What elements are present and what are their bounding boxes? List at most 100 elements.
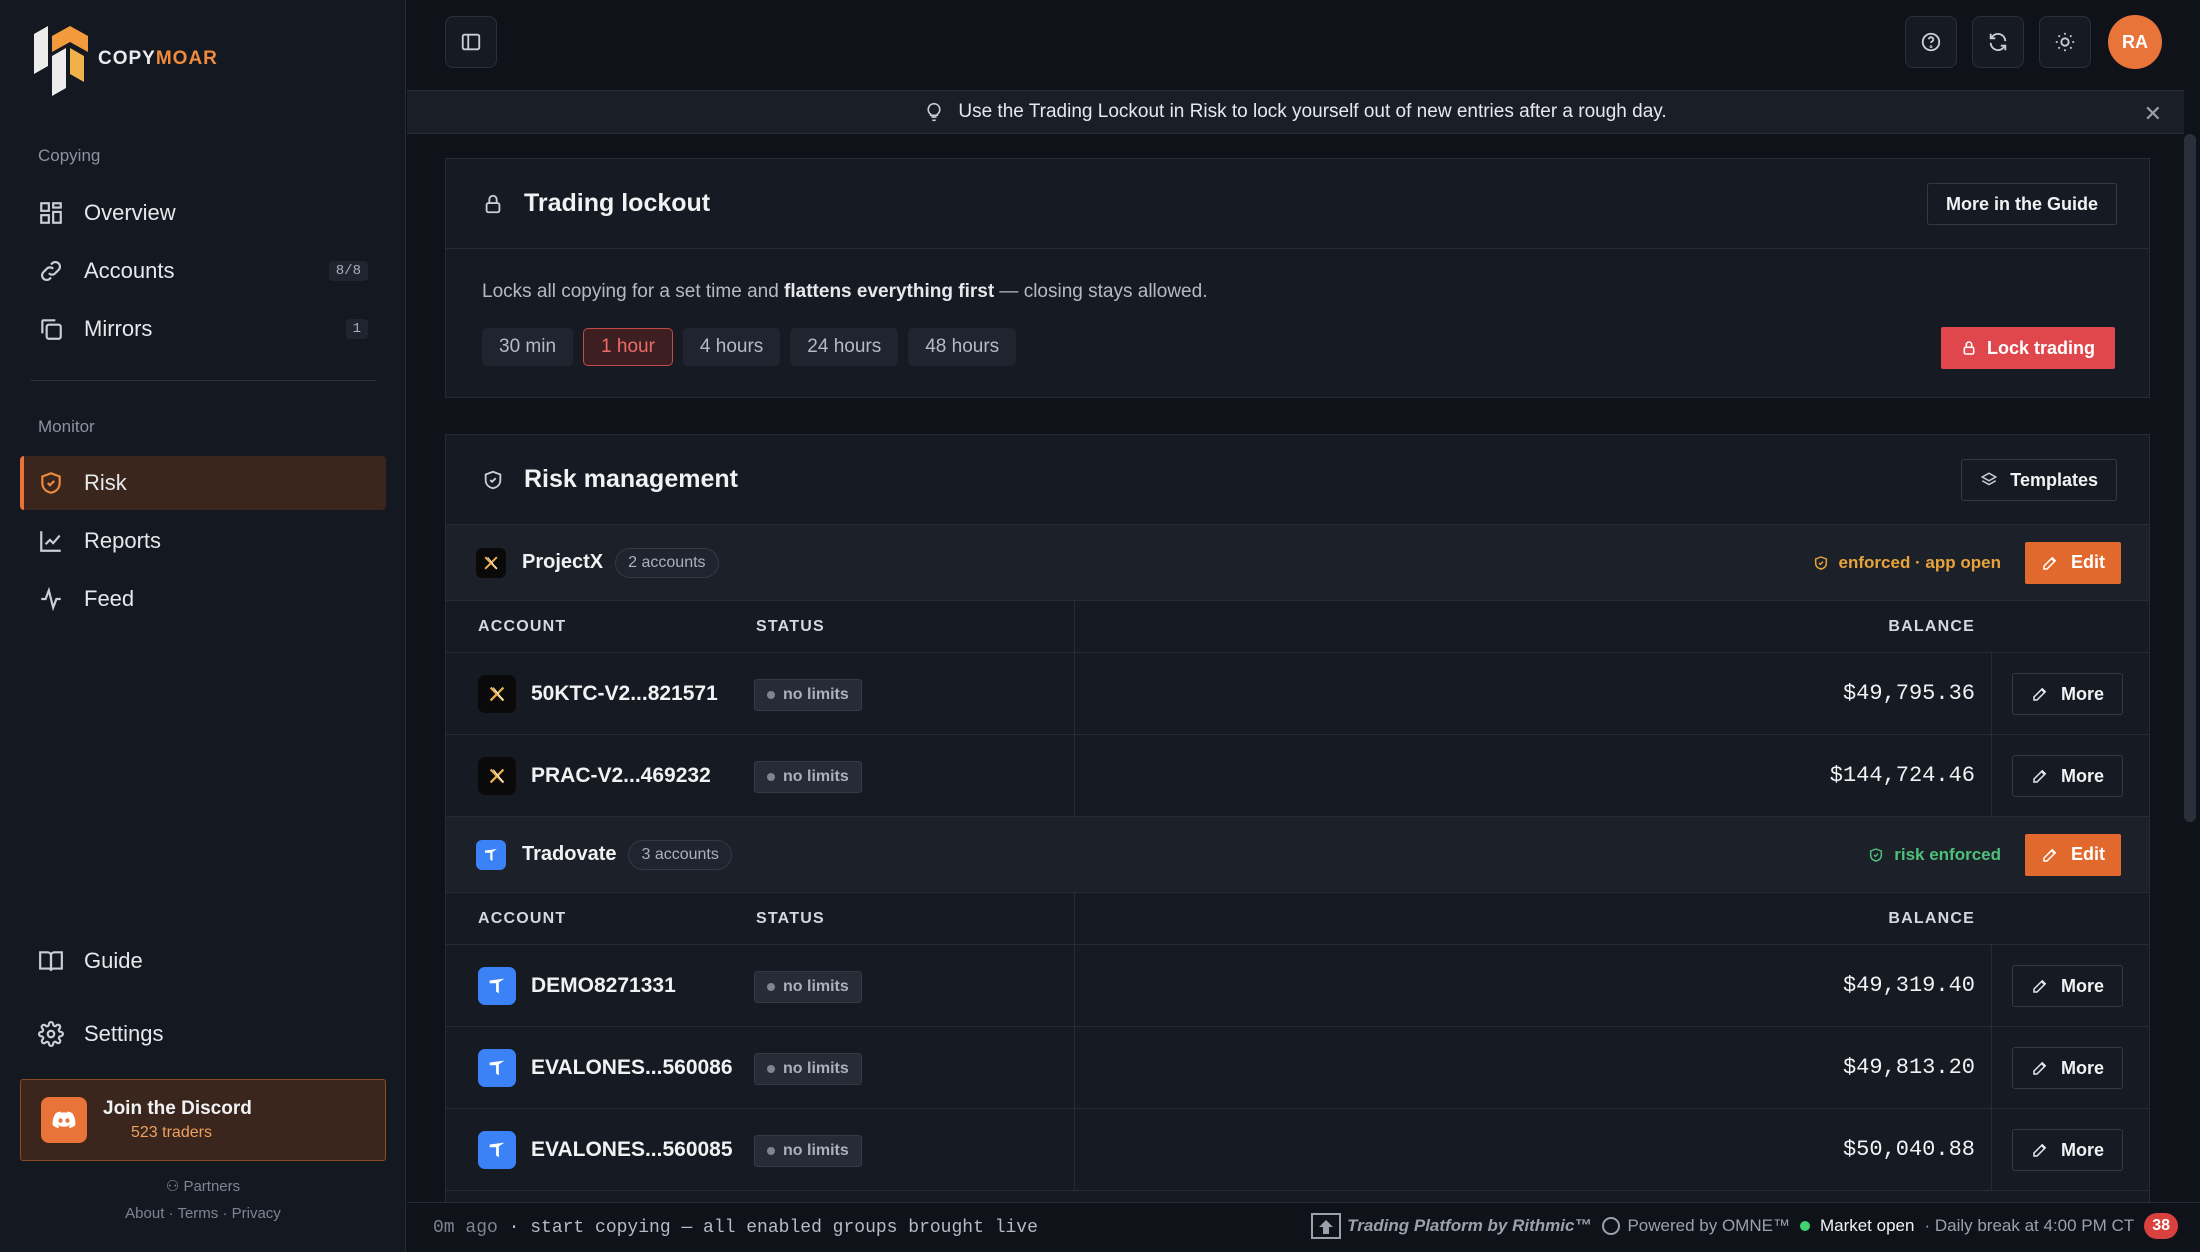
shield-icon — [1814, 555, 1827, 570]
account-name: PRAC-V2...469232 — [531, 764, 711, 787]
more-button[interactable]: More — [2011, 965, 2123, 1007]
sun-icon — [2055, 32, 2075, 52]
table-row[interactable]: EVALONES...560085 no limits $50,040.88 M… — [446, 1109, 2149, 1191]
lockout-title: Trading lockout — [524, 189, 711, 217]
help-button[interactable] — [1905, 16, 1957, 68]
sidebar-item-label: Accounts — [84, 258, 175, 283]
risk-header: Risk management Templates — [446, 435, 2149, 525]
discord-icon — [41, 1097, 87, 1143]
column-divider — [1991, 735, 1992, 816]
scrollbar[interactable] — [2184, 134, 2196, 822]
account-balance: $49,795.36 — [1842, 681, 1975, 706]
sidebar-item-label: Reports — [84, 528, 162, 553]
more-in-guide-button[interactable]: More in the Guide — [1926, 183, 2117, 225]
logo-text: COPYMOAR — [98, 48, 218, 69]
lock-trading-label: Lock trading — [1986, 337, 2095, 358]
duration-options: 30 min 1 hour 4 hours 24 hours 48 hours — [482, 328, 1017, 366]
account-name: 50KTC-V2...821571 — [531, 682, 718, 705]
daily-break-info: · Daily break at 4:00 PM CT — [1924, 1216, 2135, 1235]
about-link[interactable]: About — [125, 1205, 164, 1222]
sidebar-item-guide[interactable]: Guide — [20, 934, 386, 988]
sidebar-item-reports[interactable]: Reports — [20, 514, 386, 568]
terms-link[interactable]: Terms — [177, 1205, 218, 1222]
grid-icon — [40, 202, 62, 224]
close-icon[interactable]: ✕ — [2144, 101, 2162, 127]
group-status: enforced · app open — [1813, 553, 2001, 573]
templates-button[interactable]: Templates — [1961, 459, 2117, 501]
partners-label: Partners — [183, 1178, 241, 1195]
sidebar-item-overview[interactable]: Overview — [20, 186, 386, 240]
rithmic-badge: Trading Platform by Rithmic™ — [1311, 1213, 1591, 1239]
column-divider — [1074, 735, 1075, 816]
refresh-icon — [1989, 33, 2007, 51]
more-button[interactable]: More — [2011, 673, 2123, 715]
logo[interactable]: COPYMOAR — [30, 22, 218, 96]
sidebar-item-label: Guide — [84, 948, 143, 973]
duration-1hour[interactable]: 1 hour — [583, 328, 673, 366]
group-status-label: enforced · app open — [1838, 552, 2001, 572]
privacy-link[interactable]: Privacy — [232, 1205, 281, 1222]
risk-title: Risk management — [524, 465, 738, 493]
avatar[interactable]: RA — [2108, 15, 2162, 69]
templates-label: Templates — [2010, 469, 2098, 490]
more-label: More — [2060, 975, 2104, 996]
duration-24hours[interactable]: 24 hours — [790, 328, 899, 366]
table-row[interactable]: DEMO8271331 no limits $49,319.40 More — [446, 945, 2149, 1027]
layers-icon — [1981, 472, 1998, 486]
status-badge: no limits — [754, 761, 862, 793]
group-name: Tradovate — [522, 843, 617, 865]
duration-4hours[interactable]: 4 hours — [682, 328, 781, 366]
group-account-count: 2 accounts — [615, 547, 719, 578]
duration-48hours[interactable]: 48 hours — [908, 328, 1017, 366]
account-balance: $50,040.88 — [1842, 1137, 1975, 1162]
discord-member-count: 523 traders — [131, 1124, 212, 1141]
tradovate-icon — [476, 839, 506, 870]
lock-icon — [1963, 341, 1975, 355]
lock-trading-button[interactable]: Lock trading — [1940, 327, 2115, 369]
notification-badge[interactable]: 38 — [2144, 1213, 2178, 1239]
status-badge: no limits — [754, 1135, 862, 1167]
refresh-button[interactable] — [1972, 16, 2024, 68]
column-divider — [1991, 1027, 1992, 1108]
more-button[interactable]: More — [2011, 1129, 2123, 1171]
pencil-icon — [2033, 979, 2047, 993]
duration-30min[interactable]: 30 min — [482, 328, 574, 366]
account-balance: $144,724.46 — [1829, 763, 1975, 788]
more-button[interactable]: More — [2011, 1047, 2123, 1089]
join-discord-card[interactable]: Join the Discord 523 traders — [20, 1079, 386, 1161]
book-icon — [39, 951, 63, 971]
column-divider — [1991, 945, 1992, 1026]
col-balance: BALANCE — [1888, 618, 1975, 635]
activity-icon — [41, 586, 61, 612]
more-label: More — [2060, 1057, 2104, 1078]
pencil-icon — [2043, 848, 2057, 862]
sidebar-item-label: Risk — [84, 470, 127, 495]
table-header: ACCOUNT STATUS BALANCE — [446, 601, 2149, 653]
sidebar-item-risk[interactable]: Risk — [20, 456, 386, 510]
partners-link[interactable]: ⚇ Partners — [0, 1177, 406, 1195]
lockout-description: Locks all copying for a set time and fla… — [482, 281, 1208, 302]
group-header-tradovate: Tradovate 3 accounts risk enforced Edit — [446, 817, 2149, 893]
edit-group-button[interactable]: Edit — [2025, 833, 2121, 876]
projectx-icon — [476, 547, 506, 578]
sidebar-item-mirrors[interactable]: Mirrors 1 — [20, 302, 386, 356]
edit-group-button[interactable]: Edit — [2025, 541, 2121, 584]
table-row[interactable]: 50KTC-V2...821571 no limits $49,795.36 M… — [446, 653, 2149, 735]
sidebar-item-accounts[interactable]: Accounts 8/8 — [20, 244, 386, 298]
sidebar-item-settings[interactable]: Settings — [20, 1007, 386, 1061]
more-button[interactable]: More — [2011, 755, 2123, 797]
omne-logo-icon — [1602, 1217, 1621, 1235]
sidebar-item-feed[interactable]: Feed — [20, 572, 386, 626]
theme-toggle-button[interactable] — [2039, 16, 2091, 68]
status-badge: no limits — [754, 679, 862, 711]
account-balance: $49,319.40 — [1842, 973, 1975, 998]
mirrors-count-badge: 1 — [345, 319, 368, 339]
risk-management-card: Risk management Templates ProjectX 2 acc… — [445, 434, 2150, 1204]
status-badge: no limits — [754, 1053, 862, 1085]
link-icon — [41, 261, 61, 281]
col-status: STATUS — [756, 910, 825, 927]
table-row[interactable]: PRAC-V2...469232 no limits $144,724.46 M… — [446, 735, 2149, 817]
toggle-sidebar-button[interactable] — [445, 16, 497, 68]
table-row[interactable]: EVALONES...560086 no limits $49,813.20 M… — [446, 1027, 2149, 1109]
table-header: ACCOUNT STATUS BALANCE — [446, 893, 2149, 945]
